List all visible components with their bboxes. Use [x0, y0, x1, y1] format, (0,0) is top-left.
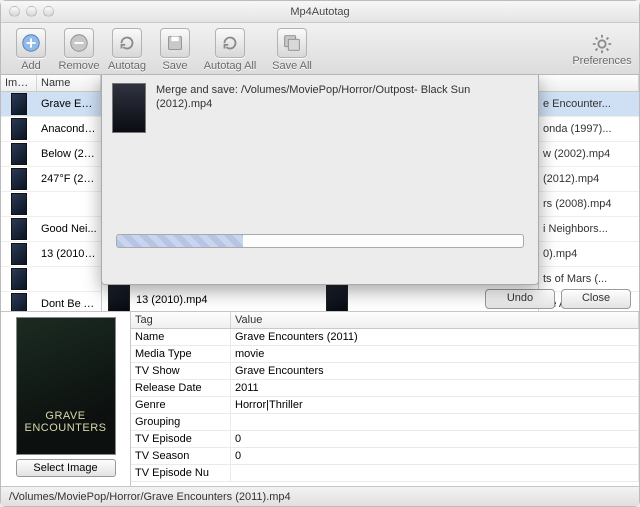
thumb-icon [1, 192, 37, 217]
minimize-window-button[interactable] [26, 6, 37, 17]
close-sheet-button[interactable]: Close [561, 289, 631, 309]
minus-icon [68, 32, 90, 54]
zoom-window-button[interactable] [43, 6, 54, 17]
files-grid: Image Name Orig. New GraAnaBelc247Mirror… [1, 75, 639, 312]
thumb-icon [1, 117, 37, 142]
tag-name: Release Date [131, 380, 231, 396]
tag-row[interactable]: Release Date2011 [131, 380, 639, 397]
tag-row[interactable]: NameGrave Encounters (2011) [131, 329, 639, 346]
detail-pane: GRAVE ENCOUNTERS Select Image Tag Value … [1, 312, 639, 486]
sheet-thumbnail [112, 83, 146, 133]
status-path: /Volumes/MoviePop/Horror/Grave Encounter… [9, 491, 291, 503]
right-fragment: (2012).mp4 [539, 167, 639, 192]
tag-row[interactable]: Media Typemovie [131, 346, 639, 363]
thumb-icon [1, 267, 37, 292]
tag-value: Grave Encounters [231, 363, 639, 379]
tag-value: 0 [231, 448, 639, 464]
save-icon [164, 32, 186, 54]
tag-row[interactable]: TV ShowGrave Encounters [131, 363, 639, 380]
poster-image[interactable]: GRAVE ENCOUNTERS [16, 317, 116, 455]
tag-value: Grave Encounters (2011) [231, 329, 639, 345]
tag-value: 2011 [231, 380, 639, 396]
tag-name: Genre [131, 397, 231, 413]
poster-pane: GRAVE ENCOUNTERS Select Image [1, 312, 131, 486]
tag-row[interactable]: TV Episode0 [131, 431, 639, 448]
cell-name: Below (20... [37, 148, 101, 160]
right-fragment: i Neighbors... [539, 217, 639, 242]
cell-name: Grave Enc... [37, 98, 101, 110]
refresh-all-icon [219, 32, 241, 54]
progress-bar [116, 234, 524, 248]
add-button[interactable]: Add [7, 28, 55, 72]
tag-value: Horror|Thriller [231, 397, 639, 413]
statusbar: /Volumes/MoviePop/Horror/Grave Encounter… [1, 486, 639, 506]
refresh-icon [116, 32, 138, 54]
col-tag[interactable]: Tag [131, 312, 231, 328]
match-poster-icon [108, 285, 130, 312]
tag-value: movie [231, 346, 639, 362]
cell-name: Dont Be A... [37, 298, 101, 310]
col-name[interactable]: Name [37, 75, 101, 91]
autotag-button[interactable]: Autotag [103, 28, 151, 72]
cell-name: Anaconda ... [37, 123, 101, 135]
tag-row[interactable]: GenreHorror|Thriller [131, 397, 639, 414]
close-window-button[interactable] [9, 6, 20, 17]
thumb-icon [1, 217, 37, 242]
right-fragment: e Encounter... [539, 92, 639, 117]
tag-name: Name [131, 329, 231, 345]
save-button[interactable]: Save [151, 28, 199, 72]
thumb-icon [1, 142, 37, 167]
progress-sheet: Merge and save: /Volumes/MoviePop/Horror… [101, 75, 539, 285]
tag-row[interactable]: Grouping [131, 414, 639, 431]
tag-name: TV Episode [131, 431, 231, 447]
window-title: Mp4Autotag [290, 6, 349, 18]
titlebar: Mp4Autotag [1, 1, 639, 23]
autotag-all-button[interactable]: Autotag All [199, 28, 261, 72]
right-fragment: onda (1997)... [539, 117, 639, 142]
thumb-icon [1, 242, 37, 267]
gear-icon [591, 33, 613, 55]
tag-name: TV Season [131, 448, 231, 464]
tag-row[interactable]: TV Season0 [131, 448, 639, 465]
tag-value [231, 414, 639, 430]
right-fragment: w (2002).mp4 [539, 142, 639, 167]
col-image[interactable]: Image [1, 75, 37, 91]
tag-row[interactable]: TV Episode Nu [131, 465, 639, 482]
col-value[interactable]: Value [231, 312, 639, 328]
thumb-icon [1, 92, 37, 117]
cell-name: Good Nei... [37, 223, 101, 235]
right-fragment: rs (2008).mp4 [539, 192, 639, 217]
save-all-icon [281, 32, 303, 54]
tag-name: TV Episode Nu [131, 465, 231, 481]
select-image-button[interactable]: Select Image [16, 459, 116, 477]
save-all-button[interactable]: Save All [261, 28, 323, 72]
traffic-lights [9, 6, 54, 17]
preferences-button[interactable]: Preferences [571, 33, 633, 67]
match-row[interactable]: 13 (2010).mp4 [102, 284, 538, 312]
cell-name: 247°F (20... [37, 173, 101, 185]
right-column-fragments: e Encounter...onda (1997)...w (2002).mp4… [539, 92, 639, 287]
tag-value [231, 465, 639, 481]
match-poster-icon [326, 285, 348, 312]
right-fragment: 0).mp4 [539, 242, 639, 267]
thumb-icon [1, 292, 37, 312]
tag-name: Media Type [131, 346, 231, 362]
tag-name: Grouping [131, 414, 231, 430]
undo-button[interactable]: Undo [485, 289, 555, 309]
toolbar: Add Remove Autotag Save Autotag All Save… [1, 23, 639, 75]
remove-button[interactable]: Remove [55, 28, 103, 72]
plus-icon [20, 32, 42, 54]
cell-name: 13 (2010)... [37, 248, 101, 260]
tag-name: TV Show [131, 363, 231, 379]
tag-value: 0 [231, 431, 639, 447]
thumb-icon [1, 167, 37, 192]
sheet-message: Merge and save: /Volumes/MoviePop/Horror… [156, 83, 528, 216]
tag-table: Tag Value NameGrave Encounters (2011)Med… [131, 312, 639, 486]
